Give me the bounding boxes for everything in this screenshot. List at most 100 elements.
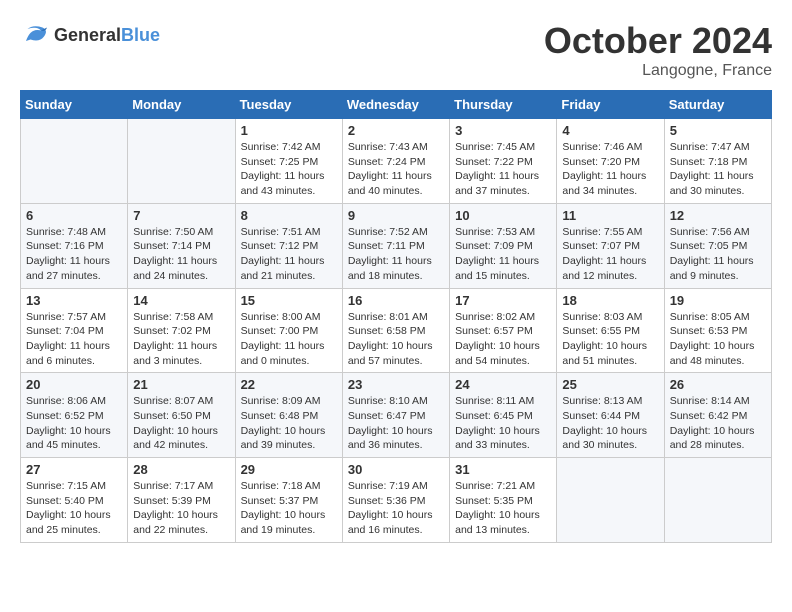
day-number: 19	[670, 293, 766, 308]
day-info: Sunrise: 8:11 AM Sunset: 6:45 PM Dayligh…	[455, 394, 551, 453]
day-info: Sunrise: 8:00 AM Sunset: 7:00 PM Dayligh…	[241, 310, 337, 369]
calendar-cell: 24 Sunrise: 8:11 AM Sunset: 6:45 PM Dayli…	[450, 373, 557, 458]
day-number: 24	[455, 377, 551, 392]
day-number: 12	[670, 208, 766, 223]
calendar-cell: 27 Sunrise: 7:15 AM Sunset: 5:40 PM Dayli…	[21, 458, 128, 543]
day-number: 8	[241, 208, 337, 223]
day-number: 27	[26, 462, 122, 477]
day-number: 18	[562, 293, 658, 308]
day-info: Sunrise: 8:02 AM Sunset: 6:57 PM Dayligh…	[455, 310, 551, 369]
day-number: 13	[26, 293, 122, 308]
day-number: 25	[562, 377, 658, 392]
day-number: 17	[455, 293, 551, 308]
calendar-cell: 31 Sunrise: 7:21 AM Sunset: 5:35 PM Dayli…	[450, 458, 557, 543]
calendar-week-row: 6 Sunrise: 7:48 AM Sunset: 7:16 PM Daylig…	[21, 203, 772, 288]
day-info: Sunrise: 8:06 AM Sunset: 6:52 PM Dayligh…	[26, 394, 122, 453]
calendar-cell: 17 Sunrise: 8:02 AM Sunset: 6:57 PM Dayli…	[450, 288, 557, 373]
day-info: Sunrise: 7:58 AM Sunset: 7:02 PM Dayligh…	[133, 310, 229, 369]
calendar-cell: 7 Sunrise: 7:50 AM Sunset: 7:14 PM Daylig…	[128, 203, 235, 288]
day-number: 30	[348, 462, 444, 477]
calendar-cell: 28 Sunrise: 7:17 AM Sunset: 5:39 PM Dayli…	[128, 458, 235, 543]
day-info: Sunrise: 7:45 AM Sunset: 7:22 PM Dayligh…	[455, 140, 551, 199]
day-number: 28	[133, 462, 229, 477]
calendar-cell	[557, 458, 664, 543]
calendar-cell: 13 Sunrise: 7:57 AM Sunset: 7:04 PM Dayli…	[21, 288, 128, 373]
day-info: Sunrise: 7:53 AM Sunset: 7:09 PM Dayligh…	[455, 225, 551, 284]
calendar-cell: 14 Sunrise: 7:58 AM Sunset: 7:02 PM Dayli…	[128, 288, 235, 373]
day-info: Sunrise: 7:42 AM Sunset: 7:25 PM Dayligh…	[241, 140, 337, 199]
calendar-cell	[21, 119, 128, 204]
calendar-week-row: 27 Sunrise: 7:15 AM Sunset: 5:40 PM Dayli…	[21, 458, 772, 543]
day-number: 9	[348, 208, 444, 223]
calendar-week-row: 1 Sunrise: 7:42 AM Sunset: 7:25 PM Daylig…	[21, 119, 772, 204]
column-header-saturday: Saturday	[664, 91, 771, 119]
day-number: 3	[455, 123, 551, 138]
calendar-week-row: 13 Sunrise: 7:57 AM Sunset: 7:04 PM Dayli…	[21, 288, 772, 373]
calendar-cell	[128, 119, 235, 204]
day-number: 2	[348, 123, 444, 138]
column-header-monday: Monday	[128, 91, 235, 119]
day-number: 6	[26, 208, 122, 223]
column-header-thursday: Thursday	[450, 91, 557, 119]
calendar-cell: 3 Sunrise: 7:45 AM Sunset: 7:22 PM Daylig…	[450, 119, 557, 204]
day-number: 14	[133, 293, 229, 308]
calendar-cell: 20Sunrise: 8:06 AM Sunset: 6:52 PM Dayli…	[21, 373, 128, 458]
calendar-table: SundayMondayTuesdayWednesdayThursdayFrid…	[20, 90, 772, 543]
calendar-cell: 11Sunrise: 7:55 AM Sunset: 7:07 PM Dayli…	[557, 203, 664, 288]
calendar-cell	[664, 458, 771, 543]
day-number: 21	[133, 377, 229, 392]
column-header-sunday: Sunday	[21, 91, 128, 119]
calendar-cell: 6 Sunrise: 7:48 AM Sunset: 7:16 PM Daylig…	[21, 203, 128, 288]
calendar-cell: 22 Sunrise: 8:09 AM Sunset: 6:48 PM Dayli…	[235, 373, 342, 458]
day-info: Sunrise: 8:01 AM Sunset: 6:58 PM Dayligh…	[348, 310, 444, 369]
calendar-week-row: 20Sunrise: 8:06 AM Sunset: 6:52 PM Dayli…	[21, 373, 772, 458]
day-info: Sunrise: 8:05 AM Sunset: 6:53 PM Dayligh…	[670, 310, 766, 369]
calendar-cell: 2 Sunrise: 7:43 AM Sunset: 7:24 PM Daylig…	[342, 119, 449, 204]
logo: GeneralBlue	[20, 20, 160, 50]
calendar-cell: 16 Sunrise: 8:01 AM Sunset: 6:58 PM Dayli…	[342, 288, 449, 373]
calendar-cell: 5Sunrise: 7:47 AM Sunset: 7:18 PM Daylig…	[664, 119, 771, 204]
calendar-cell: 18Sunrise: 8:03 AM Sunset: 6:55 PM Dayli…	[557, 288, 664, 373]
day-number: 29	[241, 462, 337, 477]
day-number: 22	[241, 377, 337, 392]
day-info: Sunrise: 7:56 AM Sunset: 7:05 PM Dayligh…	[670, 225, 766, 284]
title-block: October 2024 Langogne, France	[544, 20, 772, 80]
day-info: Sunrise: 7:46 AM Sunset: 7:20 PM Dayligh…	[562, 140, 658, 199]
calendar-header-row: SundayMondayTuesdayWednesdayThursdayFrid…	[21, 91, 772, 119]
day-info: Sunrise: 8:14 AM Sunset: 6:42 PM Dayligh…	[670, 394, 766, 453]
calendar-cell: 29 Sunrise: 7:18 AM Sunset: 5:37 PM Dayli…	[235, 458, 342, 543]
day-number: 23	[348, 377, 444, 392]
day-info: Sunrise: 8:13 AM Sunset: 6:44 PM Dayligh…	[562, 394, 658, 453]
calendar-cell: 26Sunrise: 8:14 AM Sunset: 6:42 PM Dayli…	[664, 373, 771, 458]
day-info: Sunrise: 7:17 AM Sunset: 5:39 PM Dayligh…	[133, 479, 229, 538]
day-info: Sunrise: 7:51 AM Sunset: 7:12 PM Dayligh…	[241, 225, 337, 284]
day-number: 31	[455, 462, 551, 477]
day-number: 4	[562, 123, 658, 138]
calendar-cell: 19 Sunrise: 8:05 AM Sunset: 6:53 PM Dayli…	[664, 288, 771, 373]
calendar-cell: 23Sunrise: 8:10 AM Sunset: 6:47 PM Dayli…	[342, 373, 449, 458]
day-info: Sunrise: 7:15 AM Sunset: 5:40 PM Dayligh…	[26, 479, 122, 538]
day-info: Sunrise: 7:50 AM Sunset: 7:14 PM Dayligh…	[133, 225, 229, 284]
page-header: GeneralBlue October 2024 Langogne, Franc…	[20, 20, 772, 80]
day-info: Sunrise: 8:09 AM Sunset: 6:48 PM Dayligh…	[241, 394, 337, 453]
column-header-friday: Friday	[557, 91, 664, 119]
day-number: 16	[348, 293, 444, 308]
day-number: 7	[133, 208, 229, 223]
day-info: Sunrise: 7:21 AM Sunset: 5:35 PM Dayligh…	[455, 479, 551, 538]
logo-icon	[20, 20, 50, 50]
location: Langogne, France	[544, 62, 772, 80]
calendar-cell: 9 Sunrise: 7:52 AM Sunset: 7:11 PM Daylig…	[342, 203, 449, 288]
day-number: 1	[241, 123, 337, 138]
calendar-cell: 21 Sunrise: 8:07 AM Sunset: 6:50 PM Dayli…	[128, 373, 235, 458]
day-info: Sunrise: 7:52 AM Sunset: 7:11 PM Dayligh…	[348, 225, 444, 284]
day-info: Sunrise: 8:07 AM Sunset: 6:50 PM Dayligh…	[133, 394, 229, 453]
calendar-cell: 25 Sunrise: 8:13 AM Sunset: 6:44 PM Dayli…	[557, 373, 664, 458]
day-info: Sunrise: 7:18 AM Sunset: 5:37 PM Dayligh…	[241, 479, 337, 538]
day-info: Sunrise: 7:43 AM Sunset: 7:24 PM Dayligh…	[348, 140, 444, 199]
month-title: October 2024	[544, 20, 772, 62]
day-info: Sunrise: 7:57 AM Sunset: 7:04 PM Dayligh…	[26, 310, 122, 369]
day-info: Sunrise: 7:55 AM Sunset: 7:07 PM Dayligh…	[562, 225, 658, 284]
day-number: 10	[455, 208, 551, 223]
column-header-tuesday: Tuesday	[235, 91, 342, 119]
day-info: Sunrise: 7:48 AM Sunset: 7:16 PM Dayligh…	[26, 225, 122, 284]
